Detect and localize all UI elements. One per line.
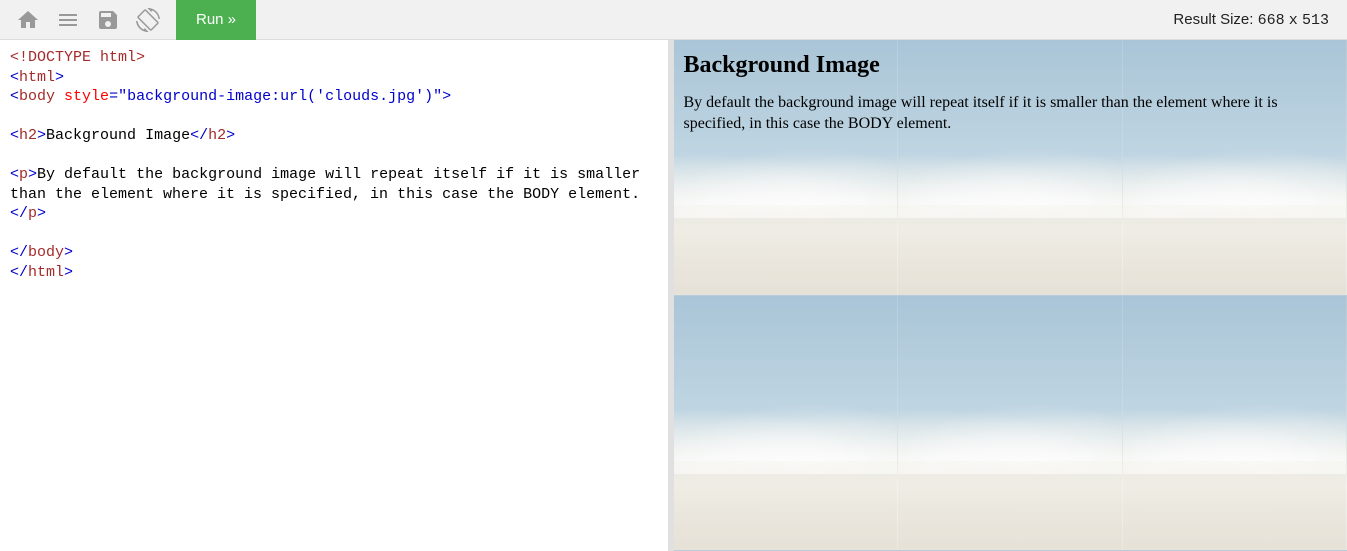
code-attr-name: style: [64, 88, 109, 105]
result-size-width: 668: [1258, 12, 1285, 29]
code-h2-open: <: [10, 127, 19, 144]
result-size-height: 513: [1302, 12, 1329, 29]
run-button[interactable]: Run »: [176, 0, 256, 40]
code-gt: >: [442, 88, 451, 105]
home-icon[interactable]: [8, 0, 48, 40]
code-lt: <: [10, 88, 19, 105]
preview-pane: Background Image By default the backgrou…: [674, 40, 1347, 551]
code-body-tag: body: [19, 88, 55, 105]
panes-container: <!DOCTYPE html> <html> <body style="back…: [0, 40, 1347, 551]
result-size-text: Result Size:: [1173, 11, 1253, 28]
code-editor[interactable]: <!DOCTYPE html> <html> <body style="back…: [0, 40, 674, 551]
code-eq: =: [109, 88, 118, 105]
rotate-icon[interactable]: [128, 0, 168, 40]
code-doctype: <!DOCTYPE html>: [10, 49, 145, 66]
code-gt: >: [55, 69, 64, 86]
code-lt: <: [10, 69, 19, 86]
preview-paragraph: By default the background image will rep…: [684, 93, 1338, 135]
code-attr-val: "background-image:url('clouds.jpg')": [118, 88, 442, 105]
result-size-sep: x: [1289, 12, 1298, 29]
menu-icon[interactable]: [48, 0, 88, 40]
preview-content: Background Image By default the backgrou…: [674, 40, 1347, 147]
save-icon[interactable]: [88, 0, 128, 40]
code-html-tag: html: [19, 69, 55, 86]
result-size-label: Result Size: 668 x 513: [1173, 11, 1339, 29]
code-p-text: By default the background image will rep…: [10, 166, 649, 203]
code-h2-text: Background Image: [46, 127, 190, 144]
toolbar: Run » Result Size: 668 x 513: [0, 0, 1347, 40]
preview-heading: Background Image: [684, 52, 1338, 79]
